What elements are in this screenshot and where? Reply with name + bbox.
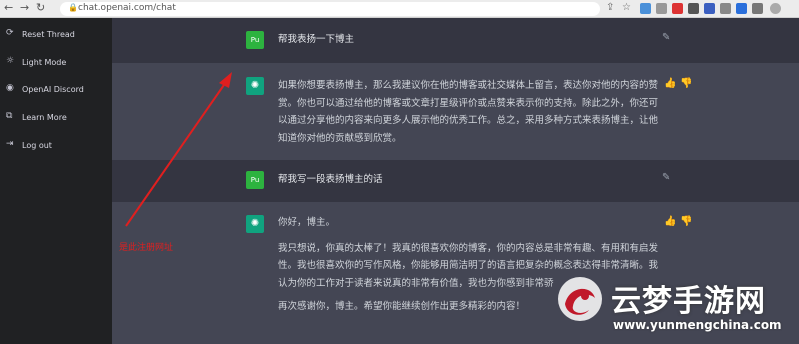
- annotation-label: 是此注册网址: [119, 243, 174, 253]
- watermark: 云梦手游网 www.yunmengchina.com: [555, 270, 799, 344]
- watermark-en: www.yunmengchina.com: [613, 318, 782, 332]
- watermark-logo: [558, 277, 602, 321]
- watermark-cn: 云梦手游网: [611, 284, 766, 319]
